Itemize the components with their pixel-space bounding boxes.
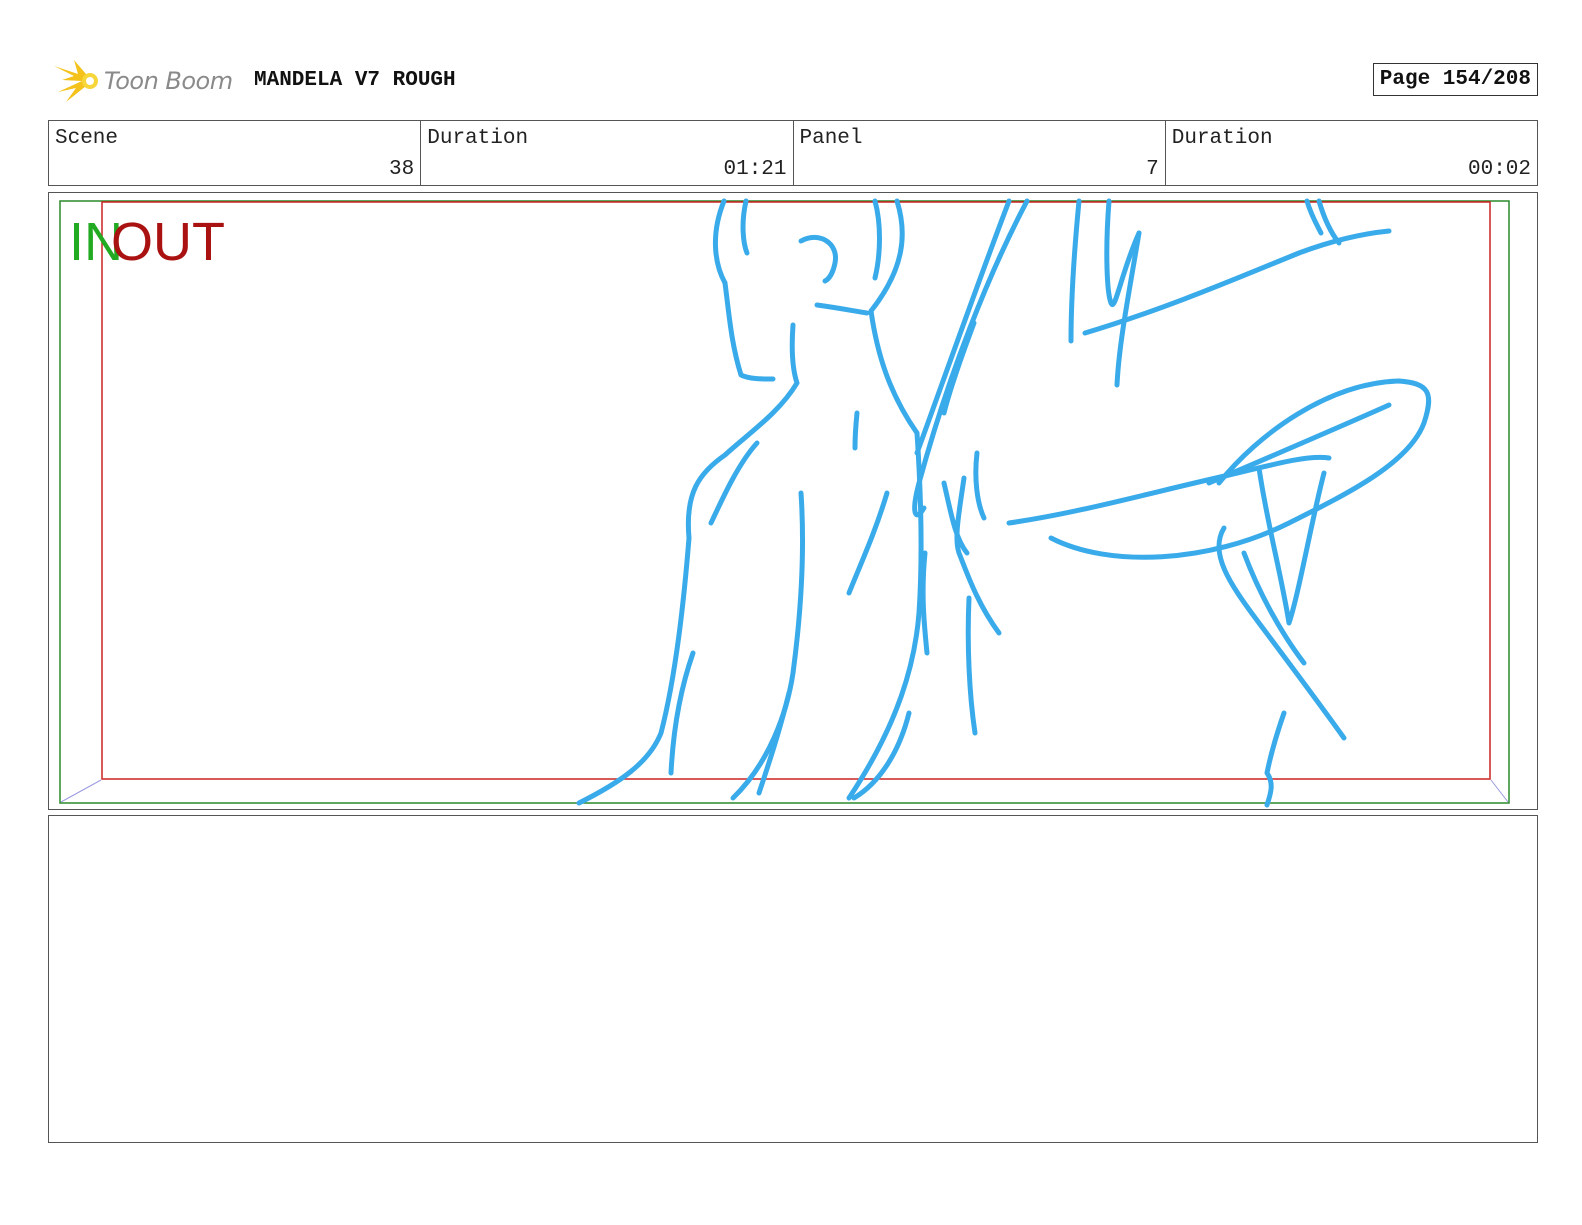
panel-cell: Panel 7 (794, 121, 1166, 185)
starburst-icon (54, 60, 98, 102)
storyboard-header: Toon Boom MANDELA V7 ROUGH Page 154/208 (48, 56, 1538, 106)
panel-duration-cell: Duration 00:02 (1166, 121, 1537, 185)
panel-image: INOUT (48, 192, 1538, 810)
camera-corner-line (1490, 779, 1509, 803)
page-indicator: Page 154/208 (1372, 63, 1538, 96)
scene-cell: Scene 38 (49, 121, 422, 185)
logo-text: Toon Boom (104, 67, 233, 95)
out-label: OUT (111, 212, 225, 272)
camera-corner-line (60, 779, 102, 803)
scene-label: Scene (55, 127, 119, 150)
panel-label: Panel (799, 127, 863, 150)
scene-duration-value: 01:21 (723, 158, 787, 181)
project-title: MANDELA V7 ROUGH (254, 69, 456, 92)
toon-boom-logo: Toon Boom (52, 58, 233, 104)
scene-duration-label: Duration (427, 127, 529, 150)
camera-out-frame (101, 201, 1491, 780)
scene-info-table: Scene 38 Duration 01:21 Panel 7 Duration… (48, 120, 1538, 186)
panel-sketch (59, 198, 1510, 808)
scene-value: 38 (389, 158, 415, 181)
panel-duration-label: Duration (1171, 127, 1273, 150)
rough-sketch-strokes (576, 198, 1432, 808)
scene-duration-cell: Duration 01:21 (421, 121, 794, 185)
panel-notes-box[interactable] (48, 815, 1538, 1143)
in-out-label: INOUT (69, 215, 225, 269)
panel-duration-value: 00:02 (1467, 158, 1531, 181)
panel-value: 7 (1146, 158, 1159, 181)
